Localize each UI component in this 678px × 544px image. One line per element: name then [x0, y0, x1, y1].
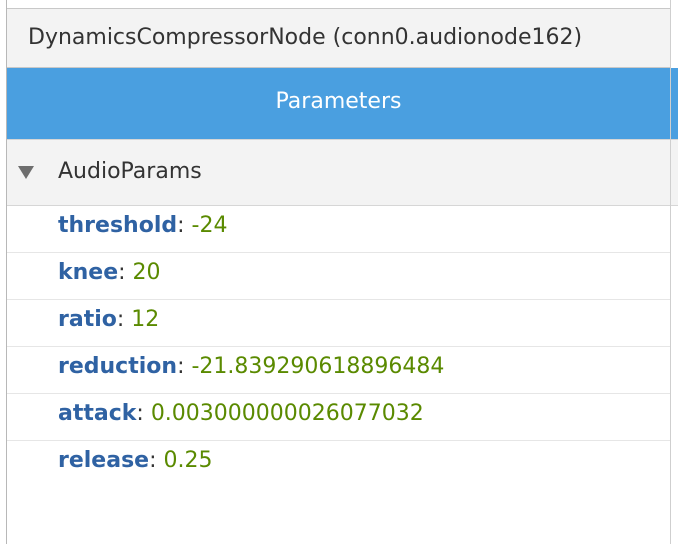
- param-row-knee: knee: 20: [7, 253, 670, 300]
- param-separator: :: [116, 307, 132, 332]
- param-separator: :: [118, 260, 133, 285]
- audioparams-section-header[interactable]: AudioParams: [7, 139, 678, 206]
- audioparams-list: threshold: -24 knee: 20 ratio: 12 reduct…: [7, 206, 670, 488]
- param-separator: :: [136, 401, 151, 426]
- param-key: threshold: [58, 213, 178, 238]
- panel-right-border: [670, 0, 671, 544]
- param-key: attack: [58, 401, 137, 426]
- param-value: 20: [132, 260, 161, 285]
- param-row-release: release: 0.25: [7, 441, 670, 488]
- param-value: -24: [191, 213, 228, 238]
- param-key: knee: [58, 260, 119, 285]
- audio-node-inspector-panel: DynamicsCompressorNode (conn0.audionode1…: [0, 0, 678, 544]
- param-row-ratio: ratio: 12: [7, 300, 670, 347]
- param-value: -21.839290618896484: [191, 354, 445, 379]
- param-value: 0.25: [163, 448, 213, 473]
- disclosure-triangle-down-icon[interactable]: [18, 166, 34, 179]
- node-title: DynamicsCompressorNode (conn0.audionode1…: [28, 25, 583, 50]
- param-key: release: [58, 448, 150, 473]
- node-title-bar: DynamicsCompressorNode (conn0.audionode1…: [7, 8, 670, 68]
- param-key: reduction: [58, 354, 178, 379]
- param-separator: :: [177, 213, 192, 238]
- param-value: 12: [131, 307, 160, 332]
- param-separator: :: [149, 448, 164, 473]
- param-row-threshold: threshold: -24: [7, 206, 670, 253]
- param-row-attack: attack: 0.003000000026077032: [7, 394, 670, 441]
- parameters-tab[interactable]: Parameters: [7, 68, 678, 139]
- audioparams-section-label: AudioParams: [58, 159, 202, 184]
- param-value: 0.003000000026077032: [150, 401, 424, 426]
- parameters-tab-label: Parameters: [275, 89, 402, 114]
- param-separator: :: [177, 354, 192, 379]
- param-row-reduction: reduction: -21.839290618896484: [7, 347, 670, 394]
- param-key: ratio: [58, 307, 117, 332]
